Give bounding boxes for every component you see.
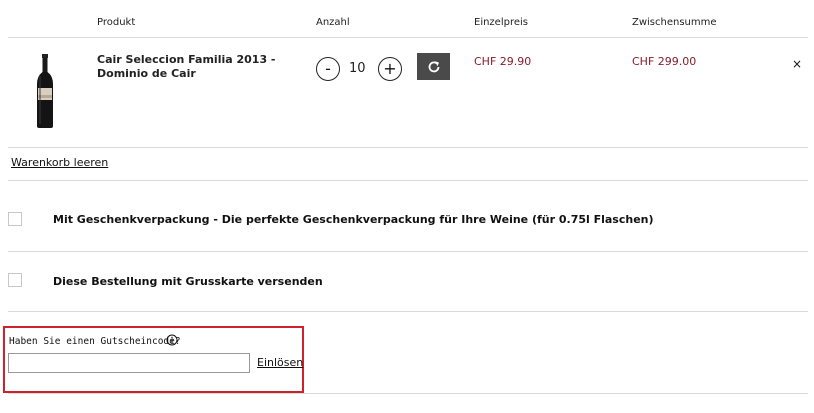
empty-cart-link[interactable]: Warenkorb leeren [11,156,108,169]
refresh-icon [428,60,439,72]
coupon-code-input[interactable] [8,353,250,373]
header-divider [8,37,808,38]
wine-bottle-image [37,54,53,128]
header-subtotal: Zwischensumme [632,17,717,28]
update-cart-button[interactable] [417,53,450,80]
greeting-card-label: Diese Bestellung mit Grusskarte versende… [53,275,323,288]
increase-quantity-button[interactable]: + [378,57,402,81]
unit-price: CHF 29.90 [474,55,532,68]
gift-wrap-checkbox[interactable] [8,212,22,226]
divider [8,393,808,394]
header-product: Produkt [97,17,136,28]
remove-item-button[interactable]: × [792,57,802,71]
coupon-label: Haben Sie einen Gutscheincode? [9,336,181,347]
divider [8,311,808,312]
header-unit-price: Einzelpreis [474,17,528,28]
divider [8,180,808,181]
row-divider [8,147,808,148]
gift-wrap-label: Mit Geschenkverpackung - Die perfekte Ge… [53,213,654,226]
info-icon[interactable] [166,334,178,346]
header-quantity: Anzahl [316,17,350,28]
decrease-quantity-button[interactable]: - [316,57,340,81]
quantity-value[interactable]: 10 [349,61,366,76]
greeting-card-checkbox[interactable] [8,273,22,287]
redeem-coupon-link[interactable]: Einlösen [257,356,303,369]
subtotal-price: CHF 299.00 [632,55,697,68]
product-name[interactable]: Cair Seleccion Familia 2013 - Dominio de… [97,53,312,81]
divider [8,251,808,252]
